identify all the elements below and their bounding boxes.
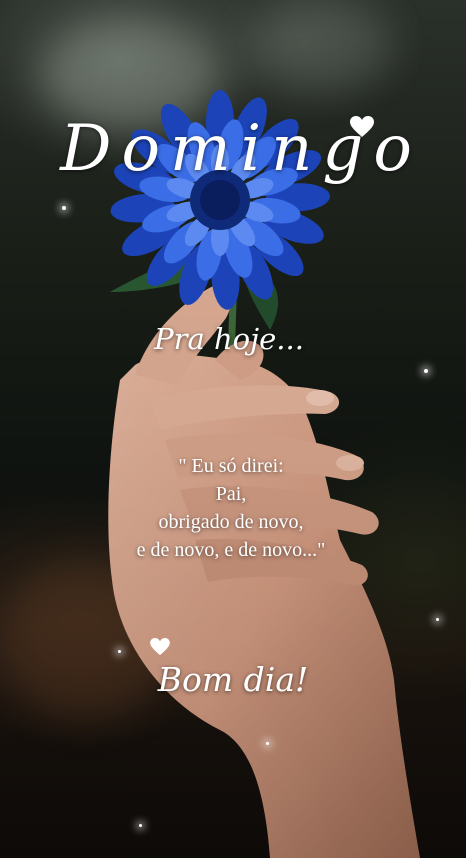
greeting-bom-dia: Bom dia! (157, 660, 309, 699)
title-domingo: Domingo (60, 112, 422, 186)
sparkle (266, 742, 269, 745)
sparkle (139, 824, 142, 827)
sparkle (118, 650, 121, 653)
sparkle (62, 206, 66, 210)
quote-line: e de novo, e de novo..." (136, 539, 326, 561)
subtitle-pra-hoje: Pra hoje... (154, 322, 304, 356)
sparkle (436, 618, 439, 621)
quote-line: Pai, (215, 483, 247, 505)
heart-icon (150, 638, 170, 656)
photo-card: Domingo Pra hoje... " Eu só direi: Pai, … (0, 0, 466, 858)
sparkle (424, 369, 428, 373)
quote-line: " Eu só direi: (178, 455, 284, 477)
quote-block: " Eu só direi: Pai, obrigado de novo, e … (0, 452, 464, 564)
quote-line: obrigado de novo, (158, 511, 304, 533)
